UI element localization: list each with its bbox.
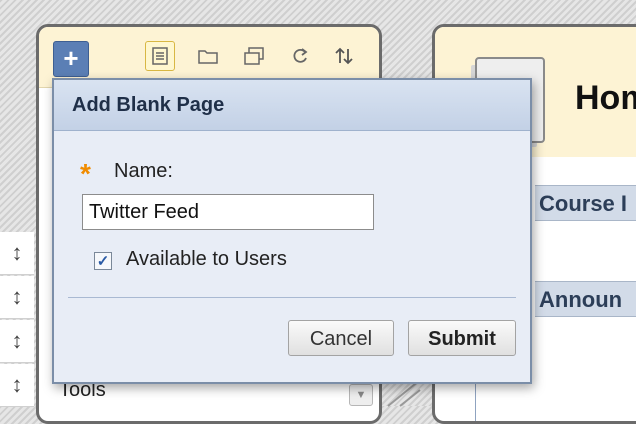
add-menu-item-button[interactable]: + bbox=[53, 41, 89, 77]
drag-handle-1[interactable]: ↕ bbox=[0, 232, 34, 275]
sort-icon[interactable] bbox=[329, 41, 359, 71]
course-bar: Course I bbox=[535, 185, 636, 221]
required-star-icon: * bbox=[80, 158, 91, 189]
dialog-title: Add Blank Page bbox=[72, 94, 225, 116]
dialog-divider bbox=[68, 297, 516, 298]
cancel-button[interactable]: Cancel bbox=[288, 320, 394, 356]
drag-handle-3[interactable]: ↕ bbox=[0, 320, 34, 363]
drag-handle-4[interactable]: ↕ bbox=[0, 364, 34, 407]
dialog-header: Add Blank Page bbox=[54, 80, 530, 131]
window-icon[interactable] bbox=[239, 41, 269, 71]
submit-button[interactable]: Submit bbox=[408, 320, 516, 356]
available-label[interactable]: Available to Users bbox=[126, 248, 287, 271]
page-title: Hom bbox=[575, 79, 636, 117]
announcements-bar[interactable]: Announ bbox=[535, 281, 636, 317]
name-input[interactable] bbox=[82, 194, 374, 230]
chevron-down-icon[interactable]: ▼ bbox=[349, 384, 373, 406]
refresh-icon[interactable] bbox=[285, 41, 315, 71]
page-icon[interactable] bbox=[145, 41, 175, 71]
drag-handle-2[interactable]: ↕ bbox=[0, 276, 34, 319]
add-blank-page-dialog: Add Blank Page * Name: ✓ Available to Us… bbox=[52, 78, 532, 384]
name-label: Name: bbox=[114, 160, 173, 182]
available-checkbox[interactable]: ✓ bbox=[94, 252, 112, 270]
folder-icon[interactable] bbox=[193, 41, 223, 71]
